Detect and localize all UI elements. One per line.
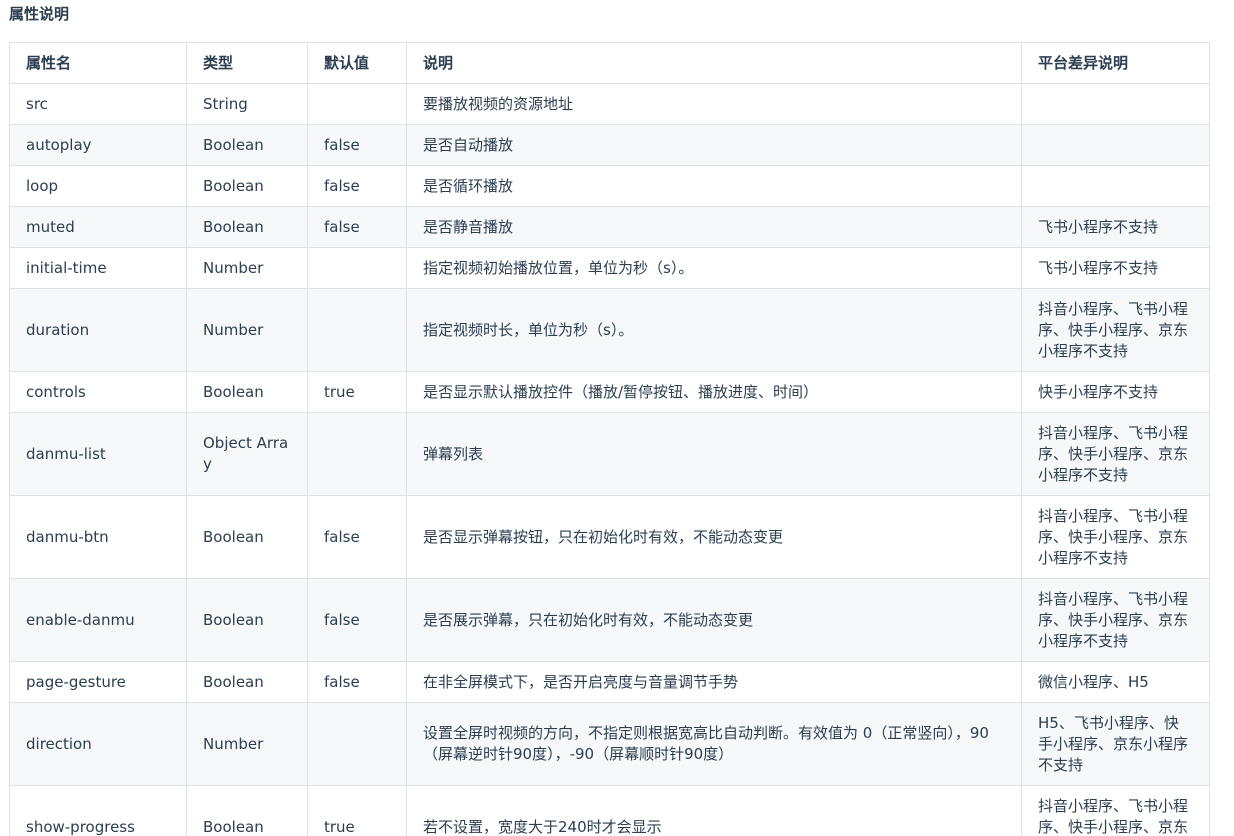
- table-row: controls Boolean true 是否显示默认播放控件（播放/暂停按钮…: [9, 371, 1210, 413]
- cell-default: false: [307, 661, 407, 703]
- cell-name: page-gesture: [9, 661, 187, 703]
- cell-default: false: [307, 165, 407, 207]
- cell-name: enable-danmu: [9, 578, 187, 662]
- cell-platform: 快手小程序不支持: [1021, 371, 1210, 413]
- cell-description: 是否显示默认播放控件（播放/暂停按钮、播放进度、时间）: [406, 371, 1022, 413]
- table-header-row: 属性名 类型 默认值 说明 平台差异说明: [9, 42, 1210, 84]
- cell-name: src: [9, 83, 187, 125]
- cell-description: 弹幕列表: [406, 412, 1022, 496]
- cell-description: 指定视频时长，单位为秒（s）。: [406, 288, 1022, 372]
- cell-name: controls: [9, 371, 187, 413]
- table-row: loop Boolean false 是否循环播放: [9, 165, 1210, 207]
- cell-name: autoplay: [9, 124, 187, 166]
- cell-type: Boolean: [186, 371, 308, 413]
- section-title: 属性说明: [9, 5, 70, 23]
- cell-type: Boolean: [186, 661, 308, 703]
- cell-default: [307, 83, 407, 125]
- table-row: enable-danmu Boolean false 是否展示弹幕，只在初始化时…: [9, 578, 1210, 662]
- cell-description: 要播放视频的资源地址: [406, 83, 1022, 125]
- cell-type: Boolean: [186, 495, 308, 579]
- cell-name: muted: [9, 206, 187, 248]
- properties-table: 属性名 类型 默认值 说明 平台差异说明 src String 要播放视频的资源…: [9, 42, 1210, 836]
- cell-default: [307, 702, 407, 786]
- cell-default: [307, 247, 407, 289]
- table-row: direction Number 设置全屏时视频的方向，不指定则根据宽高比自动判…: [9, 702, 1210, 786]
- cell-platform: 飞书小程序不支持: [1021, 206, 1210, 248]
- cell-type: Boolean: [186, 124, 308, 166]
- cell-type: Boolean: [186, 206, 308, 248]
- cell-platform: 飞书小程序不支持: [1021, 247, 1210, 289]
- cell-platform: 抖音小程序、飞书小程序、快手小程序、京东小程序不支持: [1021, 578, 1210, 662]
- cell-name: initial-time: [9, 247, 187, 289]
- cell-platform: [1021, 165, 1210, 207]
- column-header-type: 类型: [186, 42, 308, 84]
- cell-name: danmu-btn: [9, 495, 187, 579]
- cell-platform: [1021, 83, 1210, 125]
- cell-default: false: [307, 578, 407, 662]
- cell-type: String: [186, 83, 308, 125]
- cell-description: 设置全屏时视频的方向，不指定则根据宽高比自动判断。有效值为 0（正常竖向），90…: [406, 702, 1022, 786]
- cell-platform: 抖音小程序、飞书小程序、快手小程序、京东小程序不支持: [1021, 785, 1210, 836]
- cell-type: Boolean: [186, 785, 308, 836]
- table-row: autoplay Boolean false 是否自动播放: [9, 124, 1210, 166]
- cell-name: duration: [9, 288, 187, 372]
- column-header-default: 默认值: [307, 42, 407, 84]
- cell-description: 若不设置，宽度大于240时才会显示: [406, 785, 1022, 836]
- cell-description: 指定视频初始播放位置，单位为秒（s）。: [406, 247, 1022, 289]
- cell-type: Number: [186, 247, 308, 289]
- table-row: danmu-list Object Array 弹幕列表 抖音小程序、飞书小程序…: [9, 412, 1210, 496]
- cell-platform: 抖音小程序、飞书小程序、快手小程序、京东小程序不支持: [1021, 495, 1210, 579]
- column-header-description: 说明: [406, 42, 1022, 84]
- cell-description: 是否静音播放: [406, 206, 1022, 248]
- cell-default: [307, 288, 407, 372]
- cell-name: show-progress: [9, 785, 187, 836]
- column-header-name: 属性名: [9, 42, 187, 84]
- cell-platform: 抖音小程序、飞书小程序、快手小程序、京东小程序不支持: [1021, 412, 1210, 496]
- cell-default: true: [307, 785, 407, 836]
- column-header-platform: 平台差异说明: [1021, 42, 1210, 84]
- table-row: danmu-btn Boolean false 是否显示弹幕按钮，只在初始化时有…: [9, 495, 1210, 579]
- table-row: initial-time Number 指定视频初始播放位置，单位为秒（s）。 …: [9, 247, 1210, 289]
- cell-type: Boolean: [186, 165, 308, 207]
- cell-platform: H5、飞书小程序、快手小程序、京东小程序不支持: [1021, 702, 1210, 786]
- cell-type: Object Array: [186, 412, 308, 496]
- cell-type: Number: [186, 288, 308, 372]
- cell-description: 是否循环播放: [406, 165, 1022, 207]
- cell-description: 在非全屏模式下，是否开启亮度与音量调节手势: [406, 661, 1022, 703]
- cell-platform: 微信小程序、H5: [1021, 661, 1210, 703]
- cell-default: false: [307, 206, 407, 248]
- cell-type: Boolean: [186, 578, 308, 662]
- table-row: muted Boolean false 是否静音播放 飞书小程序不支持: [9, 206, 1210, 248]
- table-row: duration Number 指定视频时长，单位为秒（s）。 抖音小程序、飞书…: [9, 288, 1210, 372]
- cell-default: [307, 412, 407, 496]
- cell-name: direction: [9, 702, 187, 786]
- cell-description: 是否显示弹幕按钮，只在初始化时有效，不能动态变更: [406, 495, 1022, 579]
- cell-platform: 抖音小程序、飞书小程序、快手小程序、京东小程序不支持: [1021, 288, 1210, 372]
- table-row: src String 要播放视频的资源地址: [9, 83, 1210, 125]
- cell-name: danmu-list: [9, 412, 187, 496]
- cell-description: 是否展示弹幕，只在初始化时有效，不能动态变更: [406, 578, 1022, 662]
- table-row: page-gesture Boolean false 在非全屏模式下，是否开启亮…: [9, 661, 1210, 703]
- cell-default: false: [307, 124, 407, 166]
- cell-default: false: [307, 495, 407, 579]
- cell-type: Number: [186, 702, 308, 786]
- cell-name: loop: [9, 165, 187, 207]
- cell-default: true: [307, 371, 407, 413]
- cell-description: 是否自动播放: [406, 124, 1022, 166]
- table-row: show-progress Boolean true 若不设置，宽度大于240时…: [9, 785, 1210, 836]
- cell-platform: [1021, 124, 1210, 166]
